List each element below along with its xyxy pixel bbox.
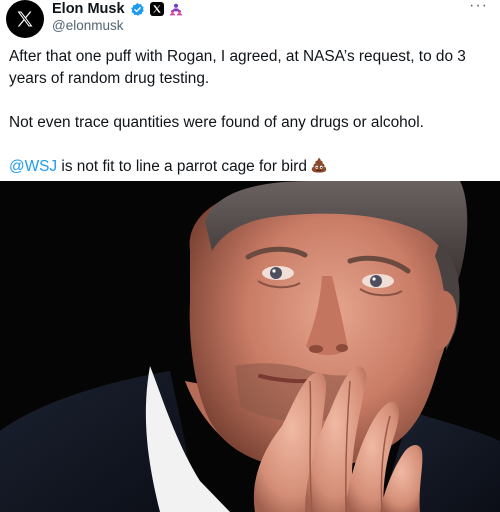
x-affiliation-icon xyxy=(149,2,164,16)
display-name[interactable]: Elon Musk xyxy=(52,1,125,17)
tweet-photo[interactable] xyxy=(0,181,500,512)
more-options-button[interactable]: ··· xyxy=(469,0,488,14)
avatar[interactable] xyxy=(6,0,44,38)
author-row: Elon Musk xyxy=(52,0,183,18)
poop-emoji-icon xyxy=(310,156,328,181)
x-logo-icon xyxy=(17,11,33,27)
tweet-paragraph-1: After that one puff with Rogan, I agreed… xyxy=(9,48,466,87)
mention-link[interactable]: @WSJ xyxy=(9,158,57,175)
people-icon xyxy=(169,3,182,16)
verified-badge-icon xyxy=(130,2,144,16)
tweet-card: Elon Musk @elonmusk ··· After that one p… xyxy=(0,0,500,180)
tweet-text: After that one puff with Rogan, I agreed… xyxy=(9,46,494,181)
portrait-photo xyxy=(0,181,500,512)
handle[interactable]: @elonmusk xyxy=(52,18,123,33)
tweet-paragraph-3-text: is not fit to line a parrot cage for bir… xyxy=(57,158,307,175)
tweet-paragraph-2: Not even trace quantities were found of … xyxy=(9,114,424,131)
tweet-paragraph-3: @WSJ is not fit to line a parrot cage fo… xyxy=(9,156,494,181)
